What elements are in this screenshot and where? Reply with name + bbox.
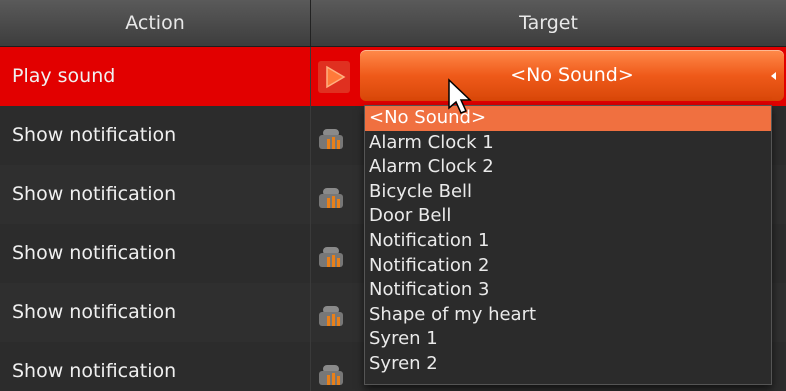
dropdown-option[interactable]: Notification 1 [365,229,771,254]
notification-icon [319,365,343,385]
dropdown-option[interactable]: Syren 2 [365,352,771,377]
action-label: Show notification [12,242,177,264]
column-divider [310,224,311,283]
table-header: Action Target [0,0,786,47]
action-label: Show notification [12,301,177,323]
column-divider [310,47,311,106]
dropdown-option[interactable]: Notification 2 [365,254,771,279]
notification-icon [319,129,343,149]
column-divider [310,106,311,165]
action-label: Show notification [12,124,177,146]
column-divider [310,283,311,342]
combobox-value: <No Sound> [510,64,634,86]
notification-icon [319,306,343,326]
dropdown-option[interactable]: <No Sound> [365,106,771,131]
dropdown-option[interactable]: Alarm Clock 1 [365,131,771,156]
dropdown-option[interactable]: Syren 1 [365,327,771,352]
action-label: Show notification [12,360,177,382]
dropdown-option[interactable]: Notification 3 [365,278,771,303]
rules-table: Action Target Play sound <No Sound> Show… [0,0,786,391]
column-header-action[interactable]: Action [0,0,311,46]
sound-dropdown-list[interactable]: <No Sound> Alarm Clock 1 Alarm Clock 2 B… [364,105,772,385]
combobox-arrow-icon[interactable] [771,72,776,80]
dropdown-option[interactable]: Shape of my heart [365,303,771,328]
column-header-target[interactable]: Target [311,0,786,46]
dropdown-option[interactable]: Alarm Clock 2 [365,155,771,180]
dropdown-option[interactable]: Door Bell [365,204,771,229]
table-row-play-sound[interactable]: Play sound <No Sound> [0,47,786,106]
notification-icon [319,247,343,267]
target-sound-combobox[interactable]: <No Sound> [360,50,784,101]
mouse-cursor-icon [448,78,472,114]
action-label: Show notification [12,183,177,205]
notification-icon [319,188,343,208]
dropdown-option[interactable]: Bicycle Bell [365,180,771,205]
action-label: Play sound [12,65,116,87]
column-divider [310,342,311,391]
play-icon[interactable] [318,61,350,93]
column-divider [310,165,311,224]
